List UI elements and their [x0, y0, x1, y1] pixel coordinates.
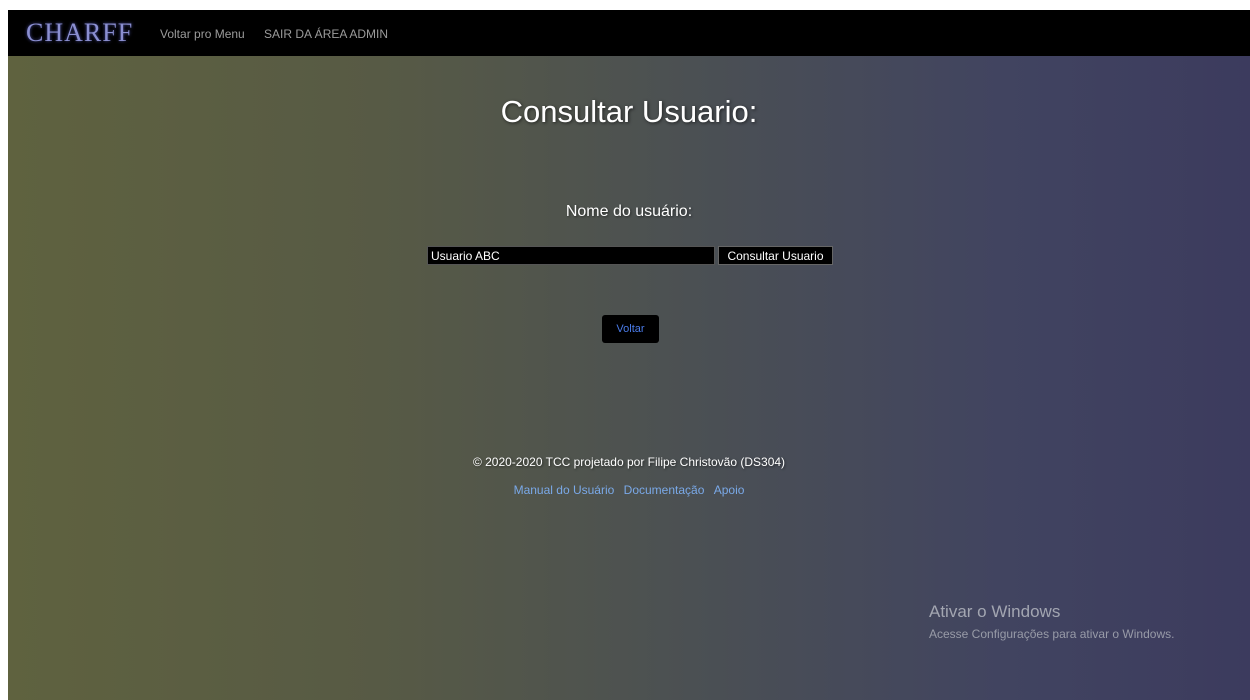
footer-copyright: © 2020-2020 TCC projetado por Filipe Chr…	[472, 455, 786, 469]
nav-exit-admin-link[interactable]: SAIR DA ÁREA ADMIN	[264, 27, 388, 41]
username-label: Nome do usuário:	[565, 203, 693, 220]
nav-back-to-menu-link[interactable]: Voltar pro Menu	[160, 27, 245, 41]
navbar: Charff Voltar pro Menu SAIR DA ÁREA ADMI…	[8, 10, 1250, 56]
footer-link-manual[interactable]: Manual do Usuário	[514, 483, 615, 497]
search-user-button[interactable]: Consultar Usuario	[718, 246, 833, 265]
page-frame: Charff Voltar pro Menu SAIR DA ÁREA ADMI…	[8, 10, 1250, 700]
windows-activation-title: Ativar o Windows	[929, 602, 1061, 621]
page-title: Consultar Usuario:	[500, 94, 758, 129]
username-input[interactable]	[427, 246, 715, 265]
windows-activation-subtitle: Acesse Configurações para ativar o Windo…	[929, 627, 1175, 641]
footer-link-documentation[interactable]: Documentação	[624, 483, 705, 497]
back-button[interactable]: Voltar	[602, 315, 659, 343]
footer-links: Manual do Usuário Documentação Apoio	[8, 483, 1250, 497]
footer-link-support[interactable]: Apoio	[714, 483, 745, 497]
brand-logo[interactable]: Charff	[26, 19, 133, 47]
